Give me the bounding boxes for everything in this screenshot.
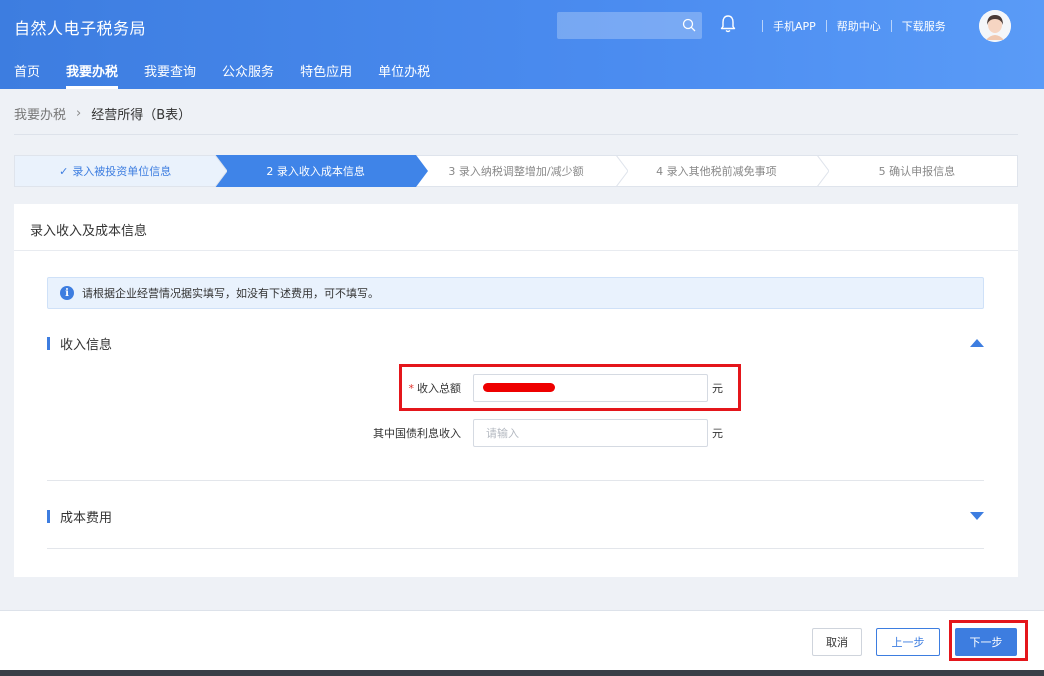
previous-step-button[interactable]: 上一步 [876,628,940,656]
search-box[interactable] [557,12,702,39]
unit-label: 元 [712,427,723,440]
step-arrow-icon [616,155,629,187]
step-3[interactable]: 3 录入纳税调整增加/减少额 [415,155,629,187]
chevron-right-icon: › [76,106,82,121]
total-income-input-wrap [473,374,708,402]
step-label: 2 录入收入成本信息 [266,165,365,178]
nav-item-query[interactable]: 我要查询 [131,62,209,89]
unit-label: 元 [712,382,723,395]
step-arrow-icon [816,155,829,187]
app-title: 自然人电子税务局 [14,19,147,38]
section-marker [47,336,50,350]
bond-interest-input[interactable] [473,419,708,447]
caret-up-icon[interactable] [970,338,984,348]
help-center-link[interactable]: 帮助中心 [837,18,881,34]
main-nav: 首页 我要办税 我要查询 公众服务 特色应用 单位办税 [0,62,443,89]
step-arrow-icon [215,155,228,187]
bell-icon[interactable] [719,14,737,34]
info-notice: i 请根据企业经营情况据实填写，如没有下述费用，可不填写。 [47,277,984,309]
nav-item-unit-tax[interactable]: 单位办税 [365,62,443,89]
step-arrow-icon [415,155,428,187]
income-section-title: 收入信息 [60,337,113,353]
section-divider [47,548,984,549]
top-header: 自然人电子税务局 手机APP 帮助中心 下载服务 首页 我要办税 我要查询 公众… [0,0,1044,89]
step-label: 3 录入纳税调整增加/减少额 [448,165,584,178]
avatar[interactable] [979,10,1011,42]
step-label: 4 录入其他税前减免事项 [656,165,777,178]
nav-item-tax-handling[interactable]: 我要办税 [53,62,131,89]
top-links: 手机APP 帮助中心 下载服务 [752,18,946,34]
mobile-app-link[interactable]: 手机APP [773,18,816,34]
link-separator [762,20,763,32]
step-2[interactable]: 2 录入收入成本信息 [215,155,428,187]
nav-item-home[interactable]: 首页 [0,62,53,89]
notice-text: 请根据企业经营情况据实填写，如没有下述费用，可不填写。 [82,287,379,300]
income-section-header[interactable]: 收入信息 [47,333,984,353]
nav-item-public-service[interactable]: 公众服务 [209,62,287,89]
search-icon[interactable] [682,18,696,32]
user-avatar-icon [979,10,1011,42]
breadcrumb: 我要办税 › 经营所得（B表） [14,104,191,123]
breadcrumb-divider [14,134,1018,135]
total-income-label: * 收入总额 [408,382,462,395]
panel-divider [14,250,1018,251]
step-progress: ✓ 录入被投资单位信息 2 录入收入成本信息 3 录入纳税调整增加/减少额 4 … [14,155,1019,187]
bottom-strip [0,670,1044,676]
info-icon: i [60,286,74,300]
download-service-link[interactable]: 下载服务 [902,18,946,34]
step-5[interactable]: 5 确认申报信息 [816,155,1019,187]
section-divider [47,480,984,481]
action-footer: 取消 上一步 下一步 [0,610,1044,670]
total-income-row: * 收入总额 元 [353,374,723,402]
cost-section-title: 成本费用 [60,510,113,526]
bond-interest-row: 其中国债利息收入 元 [353,419,723,447]
bond-interest-label: 其中国债利息收入 [373,427,461,440]
next-step-button[interactable]: 下一步 [955,628,1017,656]
required-mark: * [408,382,415,395]
section-marker [47,509,50,523]
breadcrumb-parent[interactable]: 我要办税 [14,104,66,123]
step-label: 5 确认申报信息 [878,165,956,178]
cancel-button[interactable]: 取消 [812,628,862,656]
cost-section-header[interactable]: 成本费用 [47,506,984,526]
panel-title: 录入收入及成本信息 [30,224,148,239]
income-cost-panel: 录入收入及成本信息 i 请根据企业经营情况据实填写，如没有下述费用，可不填写。 … [14,204,1018,577]
step-label: 录入被投资单位信息 [72,165,172,178]
step-4[interactable]: 4 录入其他税前减免事项 [616,155,829,187]
link-separator [825,20,827,32]
redaction-mark [483,383,555,392]
caret-down-icon[interactable] [970,511,984,521]
step-1[interactable]: ✓ 录入被投资单位信息 [14,155,228,187]
nav-item-special-apps[interactable]: 特色应用 [287,62,365,89]
search-input[interactable] [557,12,702,39]
breadcrumb-current: 经营所得（B表） [91,108,192,123]
check-icon: ✓ [59,164,69,178]
link-separator [890,20,892,32]
